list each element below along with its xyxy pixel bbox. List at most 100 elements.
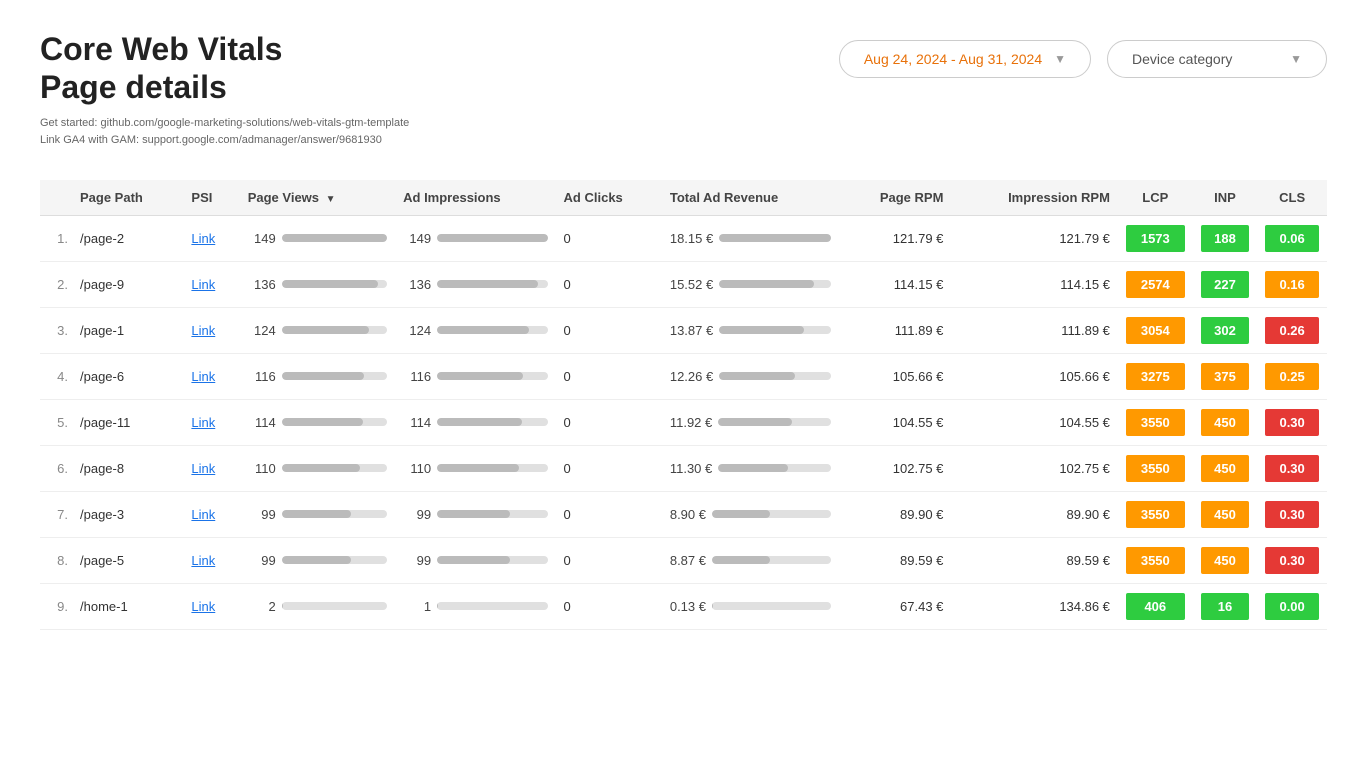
row-ad-clicks: 0 bbox=[556, 353, 662, 399]
col-page-rpm: Page RPM bbox=[839, 180, 951, 216]
row-page-path: /home-1 bbox=[72, 583, 183, 629]
row-psi[interactable]: Link bbox=[183, 491, 239, 537]
table-header: Page Path PSI Page Views ▼ Ad Impression… bbox=[40, 180, 1327, 216]
row-page-views: 2 bbox=[240, 583, 395, 629]
row-page-rpm: 121.79 € bbox=[839, 215, 951, 261]
row-ad-clicks: 0 bbox=[556, 307, 662, 353]
row-ad-impressions: 136 bbox=[395, 261, 555, 307]
table-row: 3. /page-1 Link 124 124 0 13.87 € 111.89… bbox=[40, 307, 1327, 353]
table-row: 9. /home-1 Link 2 1 0 0.13 € 67.43 € 134… bbox=[40, 583, 1327, 629]
row-impression-rpm: 104.55 € bbox=[951, 399, 1118, 445]
col-psi: PSI bbox=[183, 180, 239, 216]
row-total-ad-revenue: 15.52 € bbox=[662, 261, 839, 307]
row-cls: 0.30 bbox=[1257, 537, 1327, 583]
row-impression-rpm: 105.66 € bbox=[951, 353, 1118, 399]
row-number: 1. bbox=[40, 215, 72, 261]
row-ad-clicks: 0 bbox=[556, 537, 662, 583]
row-psi[interactable]: Link bbox=[183, 445, 239, 491]
date-filter-dropdown[interactable]: Aug 24, 2024 - Aug 31, 2024 ▼ bbox=[839, 40, 1091, 78]
row-lcp: 406 bbox=[1118, 583, 1193, 629]
table-row: 4. /page-6 Link 116 116 0 12.26 € 105.66… bbox=[40, 353, 1327, 399]
row-cls: 0.00 bbox=[1257, 583, 1327, 629]
row-page-views: 99 bbox=[240, 537, 395, 583]
table-row: 8. /page-5 Link 99 99 0 8.87 € 89.59 € 8… bbox=[40, 537, 1327, 583]
row-number: 5. bbox=[40, 399, 72, 445]
row-cls: 0.26 bbox=[1257, 307, 1327, 353]
row-page-rpm: 89.90 € bbox=[839, 491, 951, 537]
row-ad-impressions: 114 bbox=[395, 399, 555, 445]
row-lcp: 3550 bbox=[1118, 399, 1193, 445]
col-num bbox=[40, 180, 72, 216]
row-lcp: 3550 bbox=[1118, 445, 1193, 491]
row-total-ad-revenue: 0.13 € bbox=[662, 583, 839, 629]
row-inp: 450 bbox=[1193, 537, 1258, 583]
row-total-ad-revenue: 18.15 € bbox=[662, 215, 839, 261]
filters: Aug 24, 2024 - Aug 31, 2024 ▼ Device cat… bbox=[839, 40, 1327, 78]
row-page-path: /page-2 bbox=[72, 215, 183, 261]
row-page-views: 116 bbox=[240, 353, 395, 399]
row-total-ad-revenue: 11.92 € bbox=[662, 399, 839, 445]
date-filter-arrow-icon: ▼ bbox=[1054, 52, 1066, 66]
device-filter-dropdown[interactable]: Device category ▼ bbox=[1107, 40, 1327, 78]
row-psi[interactable]: Link bbox=[183, 261, 239, 307]
row-psi[interactable]: Link bbox=[183, 537, 239, 583]
page-subtitle: Get started: github.com/google-marketing… bbox=[40, 115, 409, 150]
col-inp: INP bbox=[1193, 180, 1258, 216]
row-inp: 450 bbox=[1193, 399, 1258, 445]
col-ad-clicks: Ad Clicks bbox=[556, 180, 662, 216]
header: Core Web Vitals Page details Get started… bbox=[40, 30, 1327, 150]
row-cls: 0.06 bbox=[1257, 215, 1327, 261]
row-page-rpm: 89.59 € bbox=[839, 537, 951, 583]
row-ad-clicks: 0 bbox=[556, 445, 662, 491]
row-inp: 450 bbox=[1193, 491, 1258, 537]
row-total-ad-revenue: 12.26 € bbox=[662, 353, 839, 399]
row-page-path: /page-11 bbox=[72, 399, 183, 445]
row-psi[interactable]: Link bbox=[183, 583, 239, 629]
row-page-path: /page-3 bbox=[72, 491, 183, 537]
row-number: 3. bbox=[40, 307, 72, 353]
date-filter-label: Aug 24, 2024 - Aug 31, 2024 bbox=[864, 51, 1042, 67]
row-page-rpm: 111.89 € bbox=[839, 307, 951, 353]
row-inp: 375 bbox=[1193, 353, 1258, 399]
row-number: 6. bbox=[40, 445, 72, 491]
row-page-views: 149 bbox=[240, 215, 395, 261]
row-cls: 0.30 bbox=[1257, 491, 1327, 537]
row-inp: 227 bbox=[1193, 261, 1258, 307]
table-body: 1. /page-2 Link 149 149 0 18.15 € 121.79… bbox=[40, 215, 1327, 629]
row-page-views: 136 bbox=[240, 261, 395, 307]
table-row: 6. /page-8 Link 110 110 0 11.30 € 102.75… bbox=[40, 445, 1327, 491]
row-cls: 0.30 bbox=[1257, 445, 1327, 491]
row-lcp: 2574 bbox=[1118, 261, 1193, 307]
row-number: 9. bbox=[40, 583, 72, 629]
col-lcp: LCP bbox=[1118, 180, 1193, 216]
row-total-ad-revenue: 8.87 € bbox=[662, 537, 839, 583]
row-ad-impressions: 99 bbox=[395, 491, 555, 537]
row-inp: 450 bbox=[1193, 445, 1258, 491]
title-block: Core Web Vitals Page details Get started… bbox=[40, 30, 409, 150]
row-psi[interactable]: Link bbox=[183, 353, 239, 399]
row-cls: 0.25 bbox=[1257, 353, 1327, 399]
row-page-rpm: 105.66 € bbox=[839, 353, 951, 399]
row-total-ad-revenue: 11.30 € bbox=[662, 445, 839, 491]
row-impression-rpm: 111.89 € bbox=[951, 307, 1118, 353]
row-psi[interactable]: Link bbox=[183, 399, 239, 445]
row-page-path: /page-6 bbox=[72, 353, 183, 399]
row-ad-impressions: 1 bbox=[395, 583, 555, 629]
row-impression-rpm: 134.86 € bbox=[951, 583, 1118, 629]
row-number: 4. bbox=[40, 353, 72, 399]
row-lcp: 1573 bbox=[1118, 215, 1193, 261]
col-page-views[interactable]: Page Views ▼ bbox=[240, 180, 395, 216]
col-total-ad-revenue: Total Ad Revenue bbox=[662, 180, 839, 216]
row-total-ad-revenue: 8.90 € bbox=[662, 491, 839, 537]
col-cls: CLS bbox=[1257, 180, 1327, 216]
table-row: 2. /page-9 Link 136 136 0 15.52 € 114.15… bbox=[40, 261, 1327, 307]
row-psi[interactable]: Link bbox=[183, 307, 239, 353]
page-title: Core Web Vitals Page details bbox=[40, 30, 409, 107]
row-psi[interactable]: Link bbox=[183, 215, 239, 261]
device-filter-arrow-icon: ▼ bbox=[1290, 52, 1302, 66]
row-lcp: 3054 bbox=[1118, 307, 1193, 353]
row-number: 7. bbox=[40, 491, 72, 537]
row-total-ad-revenue: 13.87 € bbox=[662, 307, 839, 353]
row-ad-clicks: 0 bbox=[556, 399, 662, 445]
table-row: 5. /page-11 Link 114 114 0 11.92 € 104.5… bbox=[40, 399, 1327, 445]
